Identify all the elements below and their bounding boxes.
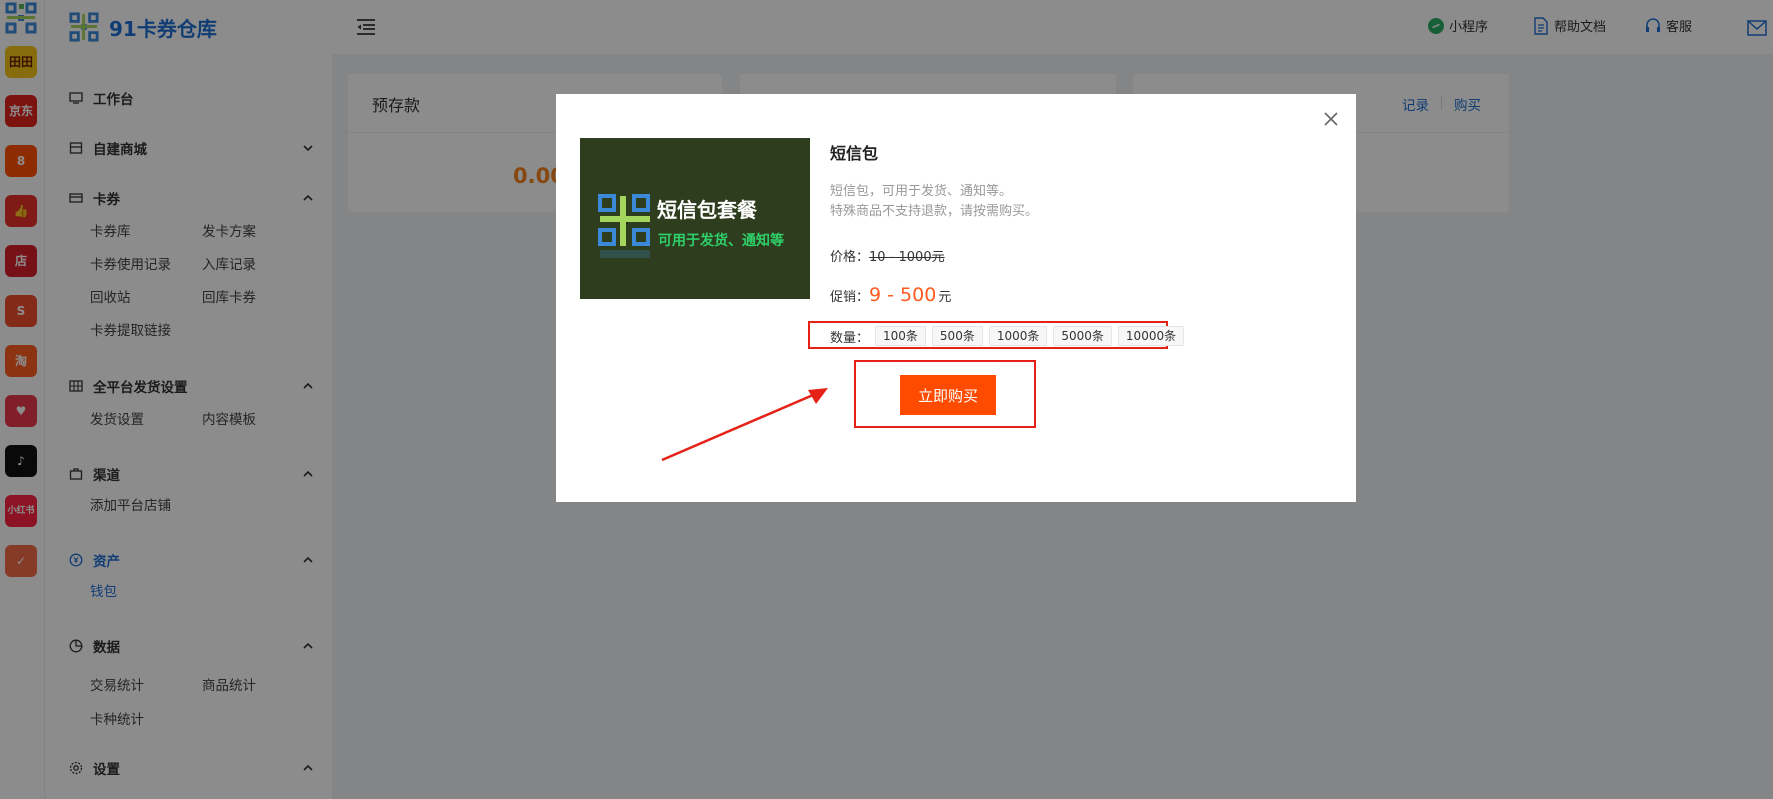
refund-notice: 特殊商品不支持退款，请按需购买。 — [830, 204, 1039, 219]
quantity-option-5000[interactable]: 5000条 — [1053, 326, 1112, 346]
annotation-arrow — [661, 388, 828, 462]
quantity-option-1000[interactable]: 1000条 — [988, 326, 1048, 346]
promo-label: 促销： — [830, 290, 870, 305]
price-label: 价格： — [830, 250, 870, 265]
promo-price: 9 - 500 — [869, 284, 937, 306]
quantity-option-500[interactable]: 500条 — [931, 326, 983, 346]
quantity-option-100[interactable]: 100条 — [875, 326, 926, 346]
qr-logo-icon — [598, 194, 650, 258]
product-description: 短信包，可用于发货、通知等。 — [830, 184, 1013, 199]
buy-now-button[interactable]: 立即购买 — [900, 375, 996, 415]
close-icon[interactable] — [1322, 110, 1340, 128]
quantity-label: 数量： — [830, 330, 870, 346]
product-name: 短信包 — [830, 144, 879, 163]
promo-unit: 元 — [938, 290, 952, 305]
image-title: 短信包套餐 — [657, 198, 757, 222]
product-image: 短信包套餐 可用于发货、通知等 — [580, 138, 810, 299]
quantity-option-10000[interactable]: 10000条 — [1117, 326, 1185, 346]
image-subtitle: 可用于发货、通知等 — [658, 233, 784, 249]
original-price: 10 - 1000元 — [869, 250, 945, 265]
quantity-selector: 数量： 100条 500条 1000条 5000条 10000条 — [830, 326, 1185, 346]
promo-row: 促销： 9 - 500 元 — [830, 284, 951, 306]
price-row: 价格： 10 - 1000元 — [830, 246, 945, 265]
